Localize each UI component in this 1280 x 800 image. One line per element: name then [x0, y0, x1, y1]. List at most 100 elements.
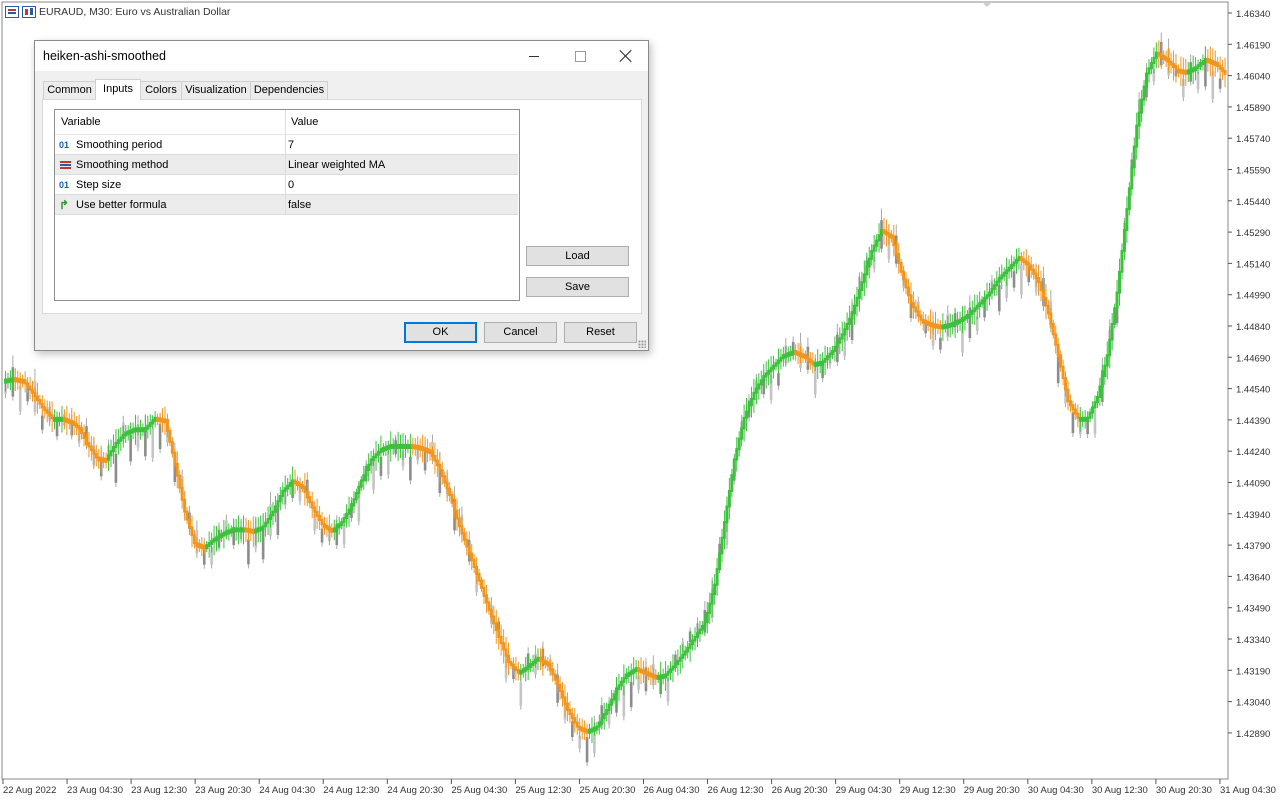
- ha-candle-bear: [1223, 69, 1227, 75]
- price-label: 1.44390: [1236, 416, 1270, 427]
- chart-bars-icon[interactable]: [22, 6, 36, 18]
- save-button[interactable]: Save: [526, 277, 629, 297]
- input-row-step-size[interactable]: 01 Step size 0: [55, 175, 518, 195]
- time-label: 25 Aug 12:30: [515, 785, 571, 796]
- ha-candle-bull: [1137, 111, 1141, 127]
- chart-title-bar: EURAUD, M30: Euro vs Australian Dollar: [5, 6, 230, 18]
- price-label: 1.42890: [1236, 729, 1270, 740]
- grid-header: Variable Value: [55, 110, 518, 135]
- raw-candle-body: [939, 337, 942, 350]
- variable-value[interactable]: 0: [288, 179, 294, 191]
- int-param-icon: 01: [59, 180, 70, 190]
- ha-candle-bear: [180, 486, 184, 501]
- inputs-grid: Variable Value 01 Smoothing period 7 Smo…: [54, 109, 520, 301]
- maximize-button[interactable]: [557, 41, 603, 71]
- tab-colors[interactable]: Colors: [140, 81, 182, 99]
- variable-value[interactable]: false: [288, 199, 311, 211]
- input-row-smoothing-period[interactable]: 01 Smoothing period 7: [55, 135, 518, 155]
- ha-candle-bull: [715, 568, 719, 586]
- chart-symbol-title: EURAUD, M30: Euro vs Australian Dollar: [39, 6, 231, 18]
- price-label: 1.46340: [1236, 9, 1270, 20]
- time-label: 24 Aug 20:30: [387, 785, 443, 796]
- price-label: 1.45140: [1236, 259, 1270, 270]
- ha-candle-bull: [1125, 208, 1129, 232]
- ha-candle-bear: [1061, 365, 1065, 380]
- price-label: 1.43940: [1236, 510, 1270, 521]
- chart-list-icon[interactable]: [5, 6, 19, 18]
- resize-grip-icon[interactable]: [638, 340, 646, 348]
- tab-inputs[interactable]: Inputs: [95, 79, 141, 100]
- ha-candle-bull: [1120, 249, 1124, 273]
- ha-candle-bull: [730, 474, 734, 492]
- ha-candle-bear: [175, 462, 179, 477]
- ha-candle-bull: [722, 521, 726, 539]
- time-label: 30 Aug 04:30: [1028, 785, 1084, 796]
- ha-candle-bull: [1115, 291, 1119, 310]
- price-label: 1.44090: [1236, 479, 1270, 490]
- time-label: 26 Aug 04:30: [644, 785, 700, 796]
- column-header-variable[interactable]: Variable: [61, 116, 101, 128]
- price-label: 1.45890: [1236, 103, 1270, 114]
- cell-separator: [285, 175, 286, 195]
- price-label: 1.44540: [1236, 385, 1270, 396]
- cancel-button[interactable]: Cancel: [484, 322, 557, 343]
- raw-candle-body: [158, 423, 162, 450]
- raw-candle-body: [1196, 71, 1200, 90]
- column-separator[interactable]: [285, 110, 286, 134]
- raw-candle-body: [151, 428, 155, 458]
- reset-button[interactable]: Reset: [564, 322, 637, 343]
- ha-candle-bull: [1135, 124, 1139, 148]
- raw-candle-body: [409, 456, 412, 481]
- ha-candle-bear: [1059, 354, 1063, 368]
- price-label: 1.45440: [1236, 197, 1270, 208]
- time-label: 23 Aug 12:30: [131, 785, 187, 796]
- dialog-title: heiken-ashi-smoothed: [43, 49, 166, 63]
- price-label: 1.44990: [1236, 291, 1270, 302]
- ha-candle-bear: [1066, 388, 1070, 403]
- ha-candle-bull: [1122, 229, 1126, 252]
- tab-visualization[interactable]: Visualization: [181, 81, 251, 99]
- cell-separator: [285, 155, 286, 175]
- raw-candle-body: [1020, 264, 1023, 295]
- input-row-smoothing-method[interactable]: Smoothing method Linear weighted MA: [55, 155, 518, 175]
- tab-common[interactable]: Common: [43, 81, 96, 99]
- column-header-value[interactable]: Value: [291, 116, 318, 128]
- price-label: 1.46040: [1236, 72, 1270, 83]
- raw-candle-body: [41, 415, 44, 430]
- raw-candle-body: [386, 451, 390, 475]
- price-label: 1.43490: [1236, 604, 1270, 615]
- ha-candle-bull: [1127, 187, 1131, 211]
- bool-param-icon: ↱: [59, 198, 70, 212]
- minimize-button[interactable]: [511, 41, 557, 71]
- time-label: 30 Aug 20:30: [1156, 785, 1212, 796]
- price-label: 1.43040: [1236, 698, 1270, 709]
- tab-dependencies[interactable]: Dependencies: [250, 81, 328, 99]
- time-label: 26 Aug 12:30: [708, 785, 764, 796]
- ha-candle-bull: [720, 536, 724, 555]
- raw-candle-body: [585, 737, 589, 763]
- time-label: 24 Aug 04:30: [259, 785, 315, 796]
- raw-candle-body: [629, 681, 633, 708]
- cell-separator: [285, 195, 286, 215]
- variable-name: Smoothing period: [76, 139, 163, 151]
- ha-candle-bull: [732, 458, 736, 477]
- time-label: 22 Aug 2022: [3, 785, 56, 796]
- time-label: 23 Aug 04:30: [67, 785, 123, 796]
- ok-button[interactable]: OK: [404, 322, 477, 343]
- variable-name: Use better formula: [76, 199, 167, 211]
- ha-candle-bull: [1140, 98, 1144, 114]
- variable-value[interactable]: 7: [288, 139, 294, 151]
- load-button[interactable]: Load: [526, 246, 629, 266]
- variable-value[interactable]: Linear weighted MA: [288, 159, 385, 171]
- enum-param-icon: [59, 159, 73, 171]
- input-row-use-better-formula[interactable]: ↱ Use better formula false: [55, 195, 518, 215]
- dialog-titlebar[interactable]: heiken-ashi-smoothed: [35, 41, 648, 71]
- close-button[interactable]: [603, 41, 649, 71]
- raw-candle-body: [1218, 78, 1222, 89]
- ha-candle-bull: [1132, 145, 1136, 169]
- time-label: 31 Aug 04:30: [1220, 785, 1276, 796]
- price-label: 1.44240: [1236, 447, 1270, 458]
- price-label: 1.44690: [1236, 353, 1270, 364]
- minimize-icon: [529, 55, 539, 57]
- price-label: 1.43190: [1236, 666, 1270, 677]
